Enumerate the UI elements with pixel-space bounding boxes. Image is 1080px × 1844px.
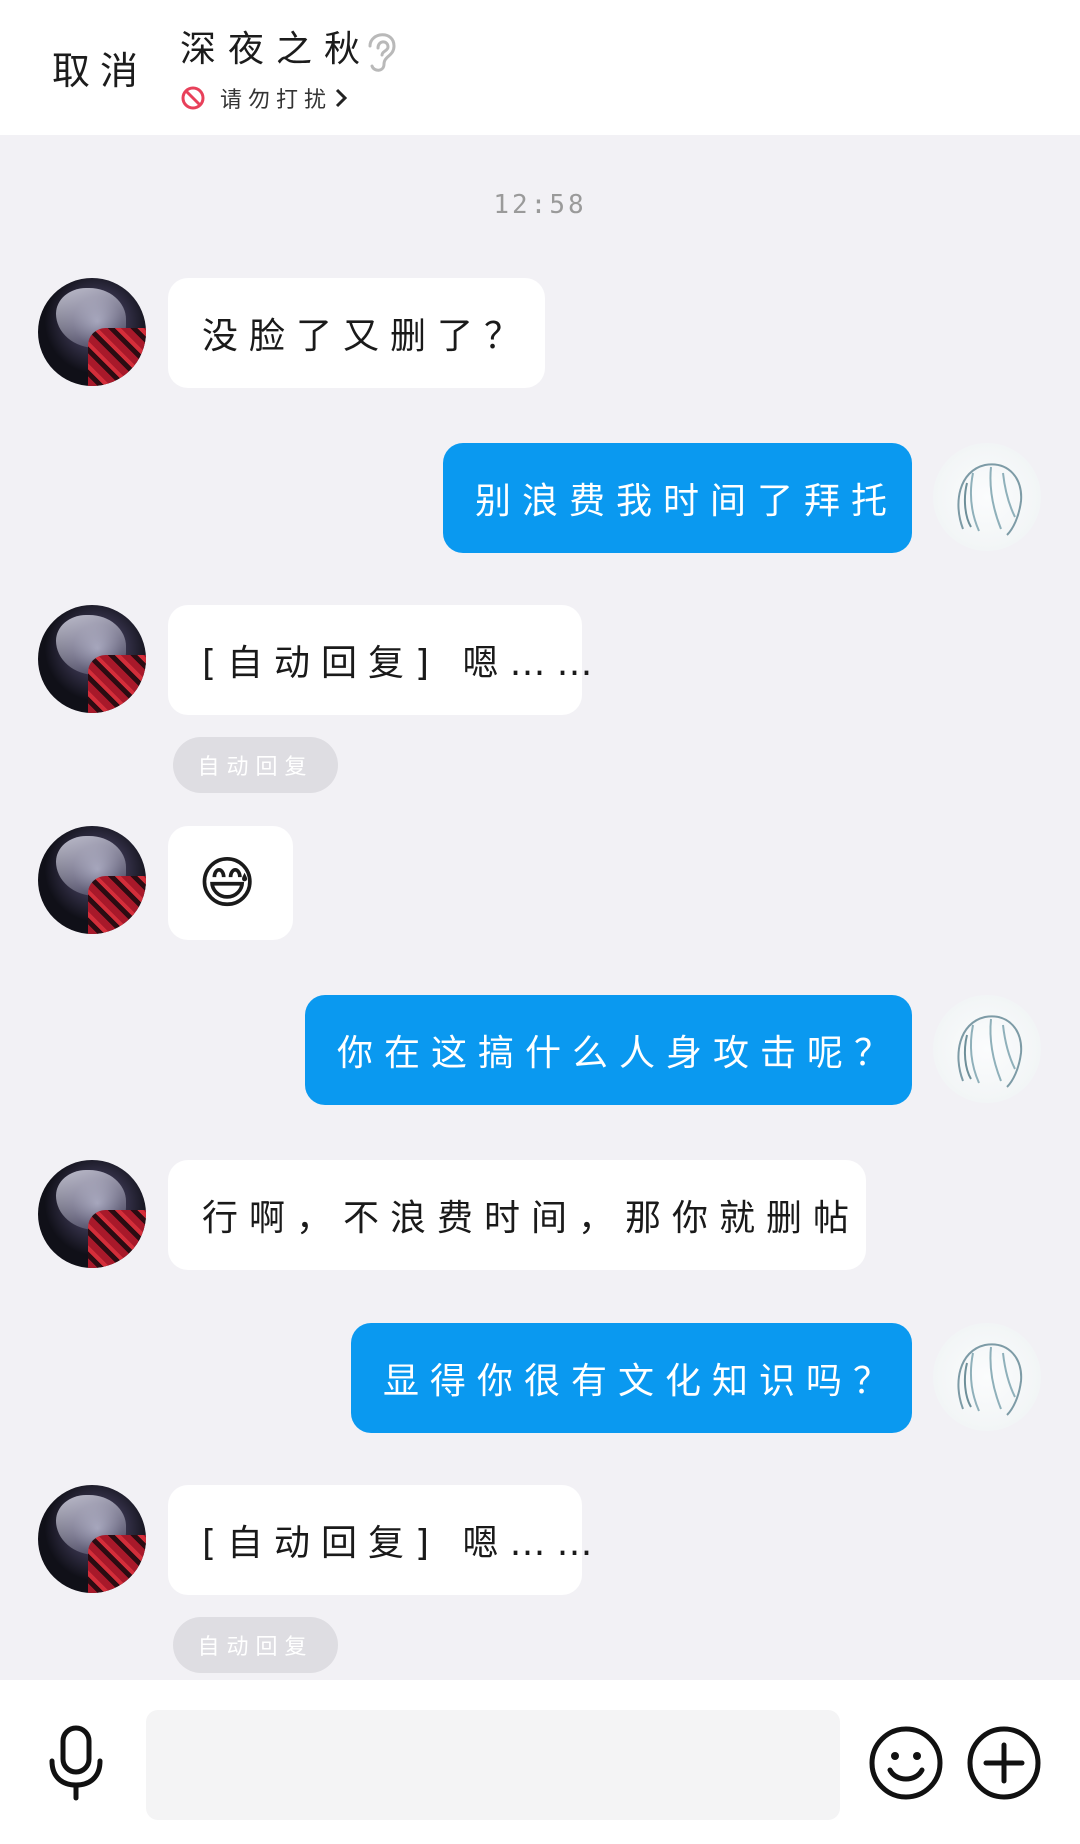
user-avatar[interactable] — [933, 1323, 1041, 1431]
chevron-right-icon — [335, 88, 348, 108]
chat-title[interactable]: 深夜之秋 — [180, 20, 372, 72]
emoji-message-bubble[interactable]: 😅 — [168, 826, 293, 940]
contact-avatar[interactable] — [38, 278, 146, 386]
outgoing-message-bubble[interactable]: 你在这搞什么人身攻击呢？ — [305, 995, 912, 1105]
incoming-message-bubble[interactable]: 没脸了又删了？ — [168, 278, 545, 388]
message-input[interactable] — [146, 1710, 840, 1820]
sketch-portrait-icon — [957, 1015, 1023, 1088]
incoming-message-bubble[interactable]: 行啊，不浪费时间，那你就删帖 — [168, 1160, 866, 1270]
message-input-bar — [0, 1680, 1080, 1844]
do-not-disturb-status[interactable]: 请勿打扰 — [180, 80, 348, 116]
smiley-icon[interactable] — [868, 1725, 944, 1801]
auto-reply-tag: 自动回复 — [173, 737, 338, 793]
plus-icon[interactable] — [966, 1725, 1042, 1801]
incoming-message-bubble[interactable]: [自动回复] 嗯…… — [168, 1485, 593, 1595]
sketch-portrait-icon — [957, 463, 1023, 536]
microphone-icon[interactable] — [46, 1725, 106, 1801]
contact-avatar[interactable] — [38, 1160, 146, 1268]
user-avatar[interactable] — [933, 995, 1041, 1103]
sketch-portrait-icon — [957, 1343, 1023, 1416]
do-not-disturb-label: 请勿打扰 — [220, 88, 333, 113]
user-avatar[interactable] — [933, 443, 1041, 551]
chat-header: 取消 深夜之秋 请勿打扰 — [0, 0, 1080, 135]
outgoing-message-bubble[interactable]: 显得你很有文化知识吗？ — [351, 1323, 912, 1433]
contact-avatar[interactable] — [38, 826, 146, 934]
message-timestamp: 12:58 — [493, 190, 587, 220]
contact-avatar[interactable] — [38, 1485, 146, 1593]
outgoing-message-bubble[interactable]: 别浪费我时间了拜托 — [443, 443, 912, 553]
auto-reply-tag: 自动回复 — [173, 1617, 338, 1673]
cancel-button[interactable]: 取消 — [52, 40, 148, 95]
do-not-disturb-icon — [181, 86, 205, 110]
contact-avatar[interactable] — [38, 605, 146, 713]
incoming-message-bubble[interactable]: [自动回复] 嗯…… — [168, 605, 593, 715]
ear-icon[interactable] — [360, 26, 400, 74]
